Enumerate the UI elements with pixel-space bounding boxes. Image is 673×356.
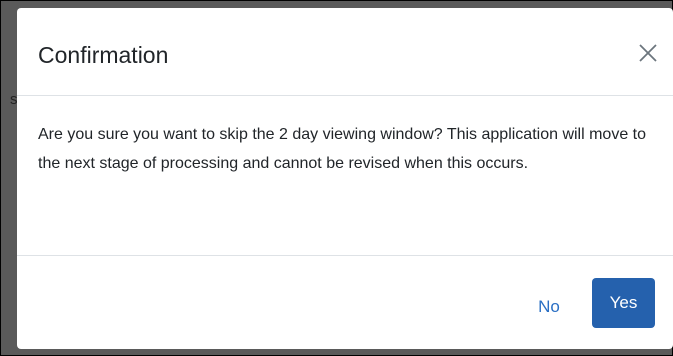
confirmation-dialog: Confirmation Are you sure you want to sk… (17, 8, 673, 349)
screenshot-frame: s Confirmation Are you sure you want to … (0, 0, 673, 356)
close-icon (639, 44, 657, 62)
dialog-message: Are you sure you want to skip the 2 day … (38, 126, 647, 172)
dialog-header: Confirmation (17, 8, 673, 96)
dialog-footer: No Yes (17, 255, 673, 349)
dialog-title: Confirmation (38, 42, 169, 68)
yes-button[interactable]: Yes (592, 278, 655, 328)
close-button[interactable] (633, 38, 663, 68)
no-button[interactable]: No (527, 282, 571, 332)
